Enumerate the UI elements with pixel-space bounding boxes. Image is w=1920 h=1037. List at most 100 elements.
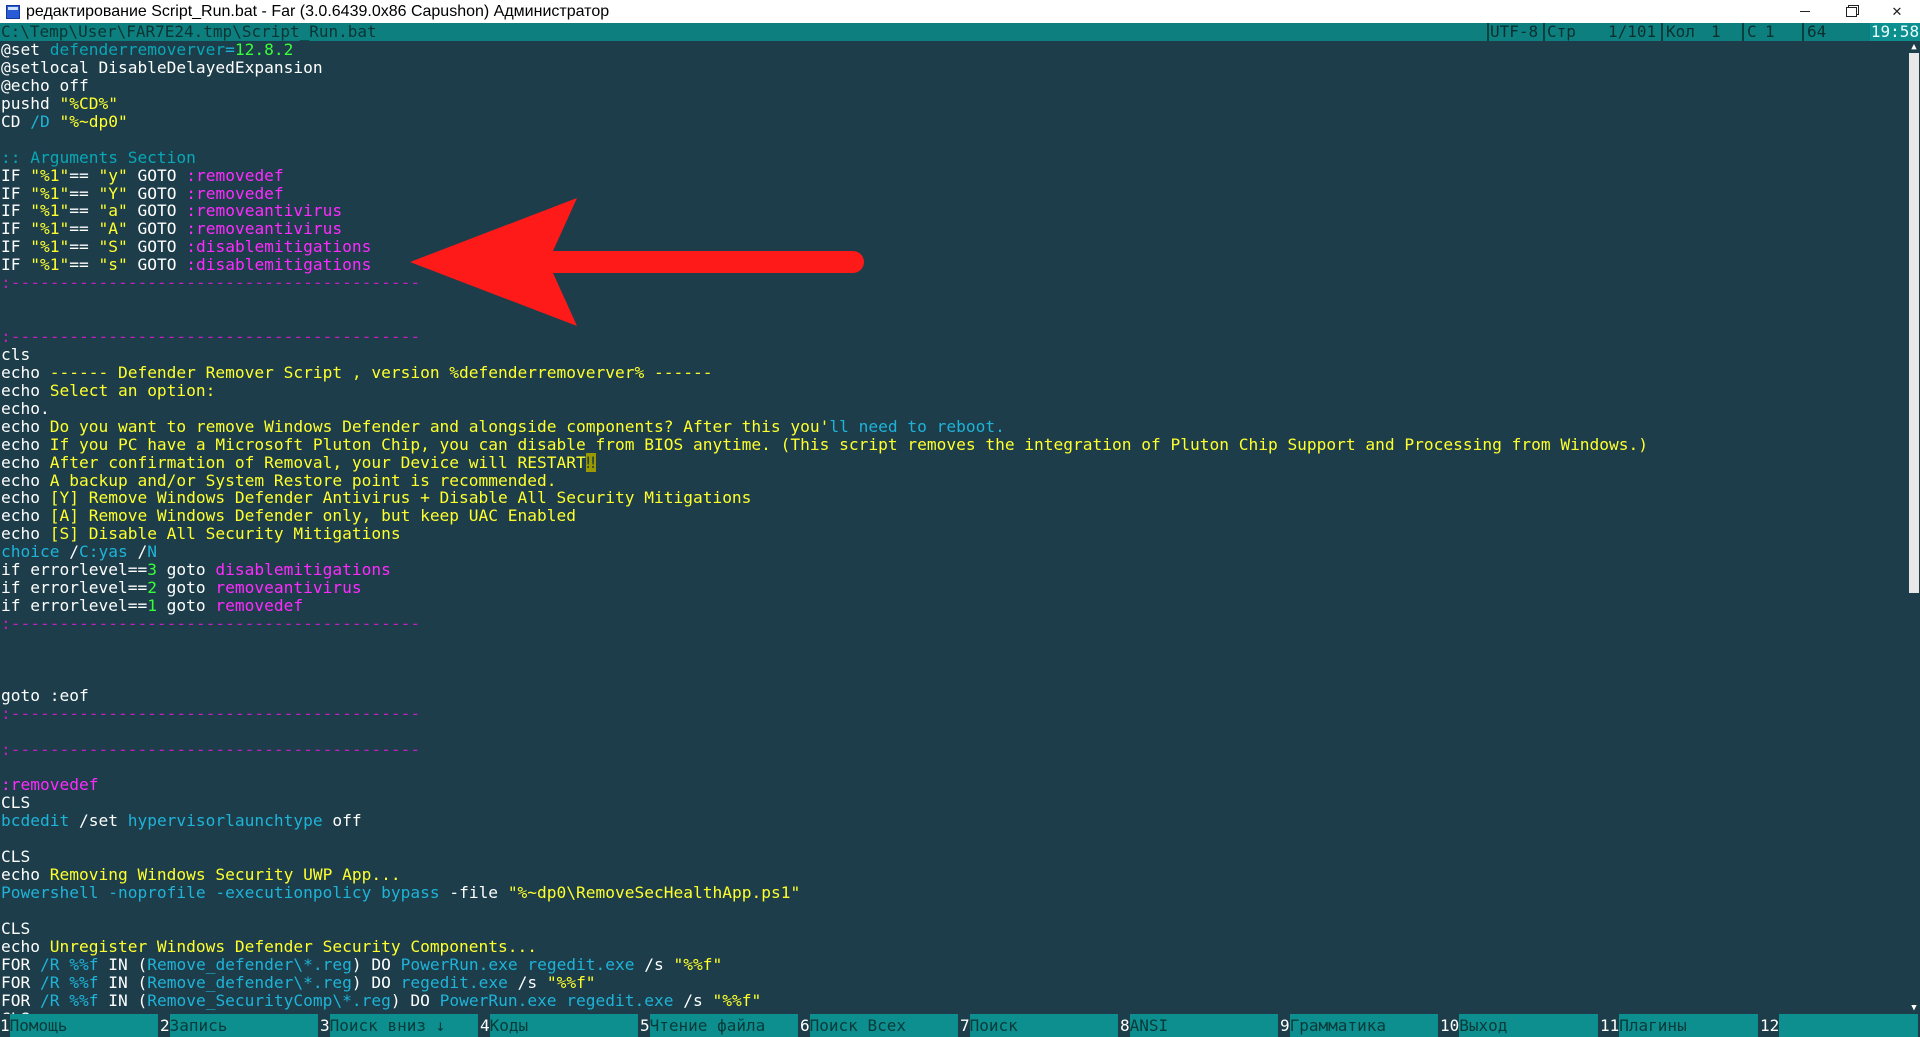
function-key-label: Плагины — [1619, 1014, 1758, 1037]
code-line[interactable]: @setlocal DisableDelayedExpansion — [0, 58, 1908, 77]
code-line[interactable]: if errorlevel==3 goto disablemitigations — [0, 561, 1908, 579]
code-line[interactable]: CLS — [0, 794, 1908, 812]
code-line[interactable]: pushd "%CD%" — [0, 94, 1908, 113]
code-line[interactable]: if errorlevel==2 goto removeantivirus — [0, 579, 1908, 597]
function-key-f5[interactable]: 5 Чтение файла — [640, 1014, 798, 1037]
function-key-f2[interactable]: 2 Запись — [160, 1014, 318, 1037]
code-line[interactable]: :---------------------------------------… — [0, 704, 1908, 723]
code-line[interactable]: IF "%1"== "y" GOTO :removedef — [0, 166, 1908, 185]
code-token: [S] Disable All Security Mitigations — [49, 524, 401, 544]
code-line[interactable] — [0, 633, 1908, 651]
function-key-f7[interactable]: 7 Поиск — [960, 1014, 1118, 1037]
code-line[interactable]: echo Do you want to remove Windows Defen… — [0, 417, 1908, 436]
code-line[interactable]: :---------------------------------------… — [0, 615, 1908, 633]
code-line[interactable] — [0, 131, 1908, 149]
code-token: :---------------------------------------… — [1, 273, 421, 293]
char-label: С — [1747, 22, 1757, 41]
code-line[interactable] — [0, 723, 1908, 741]
restore-icon — [1845, 6, 1857, 17]
code-line[interactable]: echo After confirmation of Removal, your… — [0, 452, 1908, 472]
code-line[interactable]: @set defenderremoverver=12.8.2 — [0, 41, 1908, 59]
maximize-button[interactable] — [1828, 0, 1874, 23]
code-line[interactable]: :---------------------------------------… — [0, 328, 1908, 346]
code-line[interactable]: :---------------------------------------… — [0, 740, 1908, 759]
function-key-label: Запись — [169, 1014, 318, 1037]
code-line[interactable]: CLS — [0, 848, 1908, 866]
code-line[interactable]: echo. — [0, 399, 1908, 418]
code-line[interactable]: :: Arguments Section — [0, 147, 1908, 167]
code-token: :: Arguments Section — [1, 147, 196, 167]
code-line[interactable]: Powershell -noprofile -executionpolicy b… — [0, 884, 1908, 902]
code-line[interactable]: echo If you PC have a Microsoft Pluton C… — [0, 435, 1908, 454]
function-key-f1[interactable]: 1 Помощь — [0, 1014, 158, 1037]
scroll-up-icon[interactable]: ▲ — [1908, 41, 1920, 53]
close-button[interactable]: ✕ — [1874, 0, 1920, 23]
function-key-f9[interactable]: 9 Грамматика — [1280, 1014, 1438, 1037]
function-key-f6[interactable]: 6 Поиск Всех — [800, 1014, 958, 1037]
function-key-label — [1779, 1014, 1918, 1037]
function-key-f12[interactable]: 12 — [1760, 1014, 1918, 1037]
code-token: IF — [1, 183, 31, 203]
code-line[interactable] — [0, 830, 1908, 848]
code-line[interactable]: CLS — [0, 919, 1908, 938]
code-line[interactable] — [0, 651, 1908, 669]
code-line[interactable]: choice /C:yas /N — [0, 543, 1908, 561]
code-token: N — [147, 542, 157, 562]
function-key-f11[interactable]: 11 Плагины — [1600, 1014, 1758, 1037]
encoding-label[interactable]: UTF-8 — [1490, 23, 1538, 41]
code-line[interactable] — [0, 759, 1908, 777]
scroll-down-icon[interactable]: ▼ — [1908, 1002, 1920, 1014]
code-token: / — [69, 542, 79, 562]
code-line[interactable]: echo [Y] Remove Windows Defender Antivir… — [0, 489, 1908, 507]
editor-text-area[interactable]: @set defenderremoverver=12.8.2 @setlocal … — [0, 41, 1908, 1014]
function-key-f10[interactable]: 10 Выход — [1440, 1014, 1598, 1037]
code-token: "%%f" — [673, 954, 723, 974]
function-key-f8[interactable]: 8 ANSI — [1120, 1014, 1278, 1037]
code-token: disablemitigations — [215, 560, 391, 580]
code-line[interactable]: echo Removing Windows Security UWP App..… — [0, 866, 1908, 884]
minimize-button[interactable] — [1782, 0, 1828, 23]
code-line[interactable]: @echo off — [0, 76, 1908, 95]
code-line[interactable]: IF "%1"== "S" GOTO :disablemitigations — [0, 238, 1908, 256]
code-line[interactable]: IF "%1"== "Y" GOTO :removedef — [0, 183, 1908, 203]
code-token: %%f — [69, 954, 99, 974]
code-token: IN ( — [98, 972, 148, 992]
vertical-scrollbar[interactable]: ▲ ▼ — [1908, 41, 1920, 1014]
scrollbar-thumb[interactable] — [1909, 53, 1919, 593]
code-line[interactable]: IF "%1"== "a" GOTO :removeantivirus — [0, 202, 1908, 220]
code-line[interactable]: echo Select an option: — [0, 381, 1908, 400]
code-token: GOTO — [127, 237, 187, 257]
code-line[interactable]: cls — [0, 345, 1908, 364]
code-line[interactable]: FOR /R %%f IN (Remove_SecurityComp\*.reg… — [0, 991, 1908, 1010]
code-line[interactable]: echo A backup and/or System Restore poin… — [0, 471, 1908, 490]
code-line[interactable]: echo Unregister Windows Defender Securit… — [0, 937, 1908, 956]
code-line[interactable]: FOR /R %%f IN (Remove_defender\*.reg) DO… — [0, 972, 1908, 992]
function-key-f3[interactable]: 3 Поиск вниз ↓ — [320, 1014, 478, 1037]
code-line[interactable]: CD /D "%~dp0" — [0, 112, 1908, 131]
code-token: GOTO — [127, 219, 187, 239]
code-line[interactable]: :removedef — [0, 776, 1908, 794]
function-key-f4[interactable]: 4 Коды — [480, 1014, 638, 1037]
code-line[interactable] — [0, 902, 1908, 920]
function-key-label: Поиск — [969, 1014, 1118, 1037]
code-line[interactable]: echo [S] Disable All Security Mitigation… — [0, 525, 1908, 543]
code-line[interactable]: echo [A] Remove Windows Defender only, b… — [0, 507, 1908, 525]
code-line[interactable]: if errorlevel==1 goto removedef — [0, 597, 1908, 615]
code-line[interactable]: echo ------ Defender Remover Script , ve… — [0, 363, 1908, 382]
code-line[interactable]: FOR /R %%f IN (Remove_defender\*.reg) DO… — [0, 954, 1908, 974]
code-line[interactable] — [0, 292, 1908, 310]
code-line[interactable] — [0, 310, 1908, 328]
code-line[interactable]: :---------------------------------------… — [0, 274, 1908, 292]
code-line[interactable]: bcdedit /set hypervisorlaunchtype off — [0, 812, 1908, 830]
code-line[interactable] — [0, 669, 1908, 687]
code-line[interactable]: IF "%1"== "s" GOTO :disablemitigations — [0, 256, 1908, 274]
code-line[interactable]: IF "%1"== "A" GOTO :removeantivirus — [0, 220, 1908, 238]
minimize-icon — [1800, 11, 1810, 12]
function-key-label: Поиск Всех — [809, 1014, 958, 1037]
function-key-number: 5 — [640, 1014, 650, 1037]
status-divider — [1487, 23, 1489, 41]
code-token: :disablemitigations — [186, 237, 372, 257]
code-line[interactable]: goto :eof — [0, 686, 1908, 705]
code-token: 3 — [147, 560, 157, 580]
code-token: :removedef — [1, 775, 99, 795]
